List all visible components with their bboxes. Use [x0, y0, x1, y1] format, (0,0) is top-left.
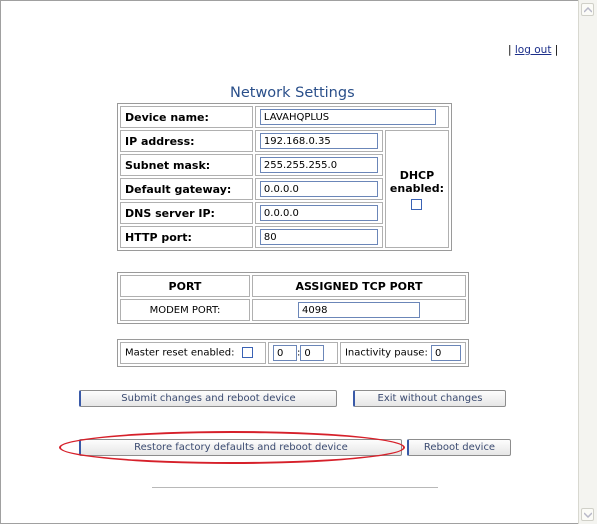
master-reset-checkbox[interactable] [241, 347, 253, 359]
default-gateway-label: Default gateway: [120, 178, 253, 200]
misc-settings-table: Master reset enabled: : Inactivity pause… [117, 339, 469, 367]
master-reset-label: Master reset enabled: [125, 347, 235, 359]
dns-server-label: DNS server IP: [120, 202, 253, 224]
dhcp-label: DHCP [399, 168, 435, 182]
subnet-mask-input[interactable] [259, 157, 378, 173]
exit-without-changes-button[interactable]: Exit without changes [353, 390, 506, 407]
ip-address-input[interactable] [259, 133, 378, 149]
device-name-input[interactable] [259, 109, 436, 125]
restore-defaults-button[interactable]: Restore factory defaults and reboot devi… [79, 439, 402, 456]
dns-server-input[interactable] [259, 205, 378, 221]
dhcp-cell: DHCP enabled: [384, 130, 449, 248]
dhcp-checkbox[interactable] [411, 198, 423, 210]
table-row: PORT ASSIGNED TCP PORT [120, 275, 466, 297]
table-row: Master reset enabled: : Inactivity pause… [120, 342, 466, 364]
http-port-input[interactable] [259, 229, 378, 245]
modem-port-label: MODEM PORT: [120, 299, 250, 321]
logout-area: | log out | [508, 44, 558, 56]
ip-address-label: IP address: [120, 130, 253, 152]
modem-port-input[interactable] [298, 302, 420, 318]
reset-value-input-2[interactable] [300, 345, 325, 361]
http-port-label: HTTP port: [120, 226, 253, 248]
port-table: PORT ASSIGNED TCP PORT MODEM PORT: [117, 272, 469, 324]
tcp-port-header: ASSIGNED TCP PORT [252, 275, 466, 297]
chevron-down-icon [584, 512, 592, 518]
table-row: Device name: [120, 106, 449, 128]
port-header: PORT [120, 275, 250, 297]
scroll-up-button[interactable] [581, 3, 594, 16]
logout-link[interactable]: log out [515, 44, 552, 56]
reset-value-input-1[interactable] [272, 345, 297, 361]
subnet-mask-label: Subnet mask: [120, 154, 253, 176]
default-gateway-input[interactable] [259, 181, 378, 197]
network-settings-table: Device name: IP address: DHCP enabled: S… [117, 103, 452, 251]
inactivity-pause-label: Inactivity pause: [344, 347, 428, 359]
logout-prefix: | [508, 44, 512, 56]
chevron-up-icon [584, 7, 592, 13]
reboot-device-button[interactable]: Reboot device [407, 439, 511, 456]
page-title: Network Settings [230, 85, 355, 101]
submit-reboot-button[interactable]: Submit changes and reboot device [79, 390, 337, 407]
inactivity-pause-input[interactable] [431, 345, 461, 361]
table-row: MODEM PORT: [120, 299, 466, 321]
divider [152, 487, 438, 488]
logout-suffix: | [554, 44, 559, 56]
table-row: IP address: DHCP enabled: [120, 130, 449, 248]
scroll-down-button[interactable] [581, 508, 594, 521]
device-name-label: Device name: [120, 106, 253, 128]
dhcp-label-line2: enabled: [389, 181, 444, 195]
vertical-scrollbar[interactable] [578, 0, 597, 524]
